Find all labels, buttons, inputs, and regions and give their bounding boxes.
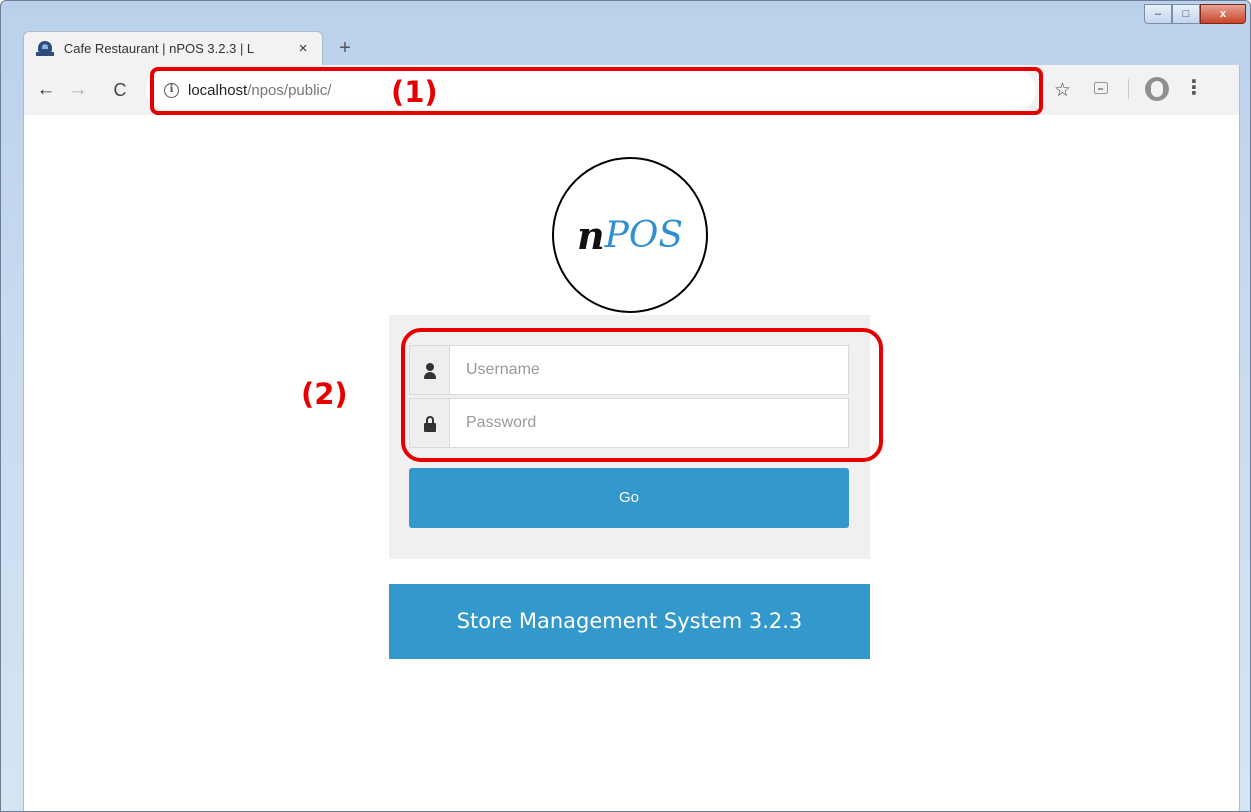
back-arrow-icon[interactable]: ← — [34, 78, 58, 102]
logo-pos: POS — [604, 214, 684, 256]
toolbar-divider — [1128, 79, 1129, 99]
tab-close-icon[interactable]: × — [294, 40, 312, 58]
browser-window: – □ x Cafe Restaurant | nPOS 3.2.3 | L ×… — [0, 0, 1251, 812]
system-banner: Store Management System 3.2.3 — [389, 584, 870, 659]
menu-kebab-icon[interactable]: ⋮ — [1184, 77, 1204, 101]
forward-arrow-icon[interactable]: → — [66, 78, 90, 102]
logo-n: n — [576, 212, 605, 258]
annotation-box-1 — [150, 67, 1043, 115]
reload-icon[interactable]: C — [108, 78, 132, 102]
annotation-label-1: (1) — [391, 75, 438, 109]
tab-title: Cafe Restaurant | nPOS 3.2.3 | L — [63, 41, 255, 56]
go-button[interactable]: Go — [409, 468, 849, 528]
bookmark-star-icon[interactable]: ☆ — [1054, 79, 1071, 102]
profile-avatar-icon[interactable] — [1145, 77, 1169, 101]
new-tab-button[interactable]: + — [331, 36, 359, 62]
favicon-icon — [36, 40, 54, 58]
npos-logo: n POS — [552, 157, 708, 313]
annotation-label-2: (2) — [301, 377, 348, 411]
extension-icon[interactable] — [1094, 82, 1108, 94]
page-viewport: nPOS Go Store Management System 3.2.3 — [23, 115, 1240, 811]
annotation-box-2 — [401, 328, 883, 462]
browser-tab[interactable]: Cafe Restaurant | nPOS 3.2.3 | L × — [23, 31, 323, 65]
tab-strip: Cafe Restaurant | nPOS 3.2.3 | L × + — [1, 1, 1250, 69]
